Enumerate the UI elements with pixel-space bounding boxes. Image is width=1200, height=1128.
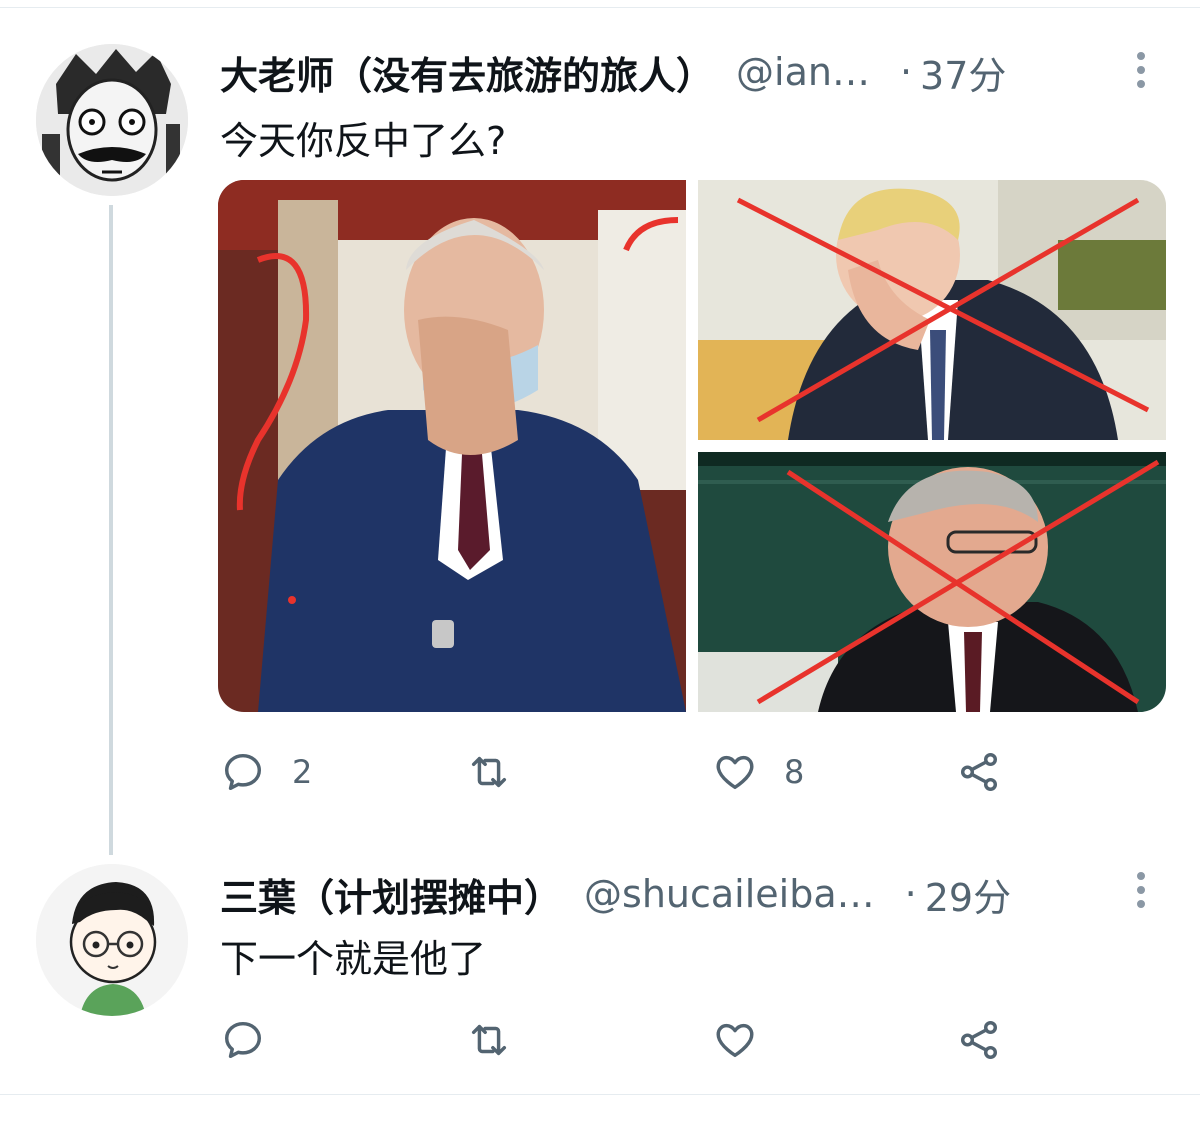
tweet-actions <box>220 1010 1120 1070</box>
share-button[interactable] <box>956 742 1002 802</box>
more-icon[interactable] <box>1136 872 1146 908</box>
user-handle[interactable]: @shucaileiba… <box>584 872 875 916</box>
display-name[interactable]: 大老师（没有去旅游的旅人） <box>220 45 714 100</box>
tweet-text: 下一个就是他了 <box>220 937 487 981</box>
like-count: 8 <box>784 753 805 791</box>
tweet-actions: 2 8 <box>220 742 1120 802</box>
like-button[interactable]: 8 <box>712 742 804 802</box>
timestamp[interactable]: 29分 <box>925 867 1011 922</box>
bottom-divider <box>0 1094 1200 1095</box>
top-divider <box>0 7 1200 8</box>
timestamp[interactable]: 37分 <box>920 45 1006 100</box>
like-button[interactable] <box>712 1010 784 1070</box>
tweet-text: 今天你反中了么? <box>220 119 507 163</box>
share-icon <box>960 1021 998 1059</box>
more-icon[interactable] <box>1136 52 1146 88</box>
user-handle[interactable]: @ian… <box>736 50 870 94</box>
thread-connector <box>109 205 113 855</box>
media-photo-1[interactable] <box>218 180 686 712</box>
reply-icon <box>224 753 262 791</box>
share-icon <box>960 753 998 791</box>
retweet-icon <box>471 1024 507 1056</box>
reply-button[interactable]: 2 <box>220 742 312 802</box>
retweet-button[interactable] <box>466 1010 538 1070</box>
like-icon <box>716 755 754 790</box>
retweet-icon <box>471 756 507 788</box>
avatar[interactable] <box>36 44 188 196</box>
reply-icon <box>224 1021 262 1059</box>
display-name[interactable]: 三葉（计划摆摊中） <box>220 867 562 922</box>
share-button[interactable] <box>956 1010 1002 1070</box>
separator-dot: · <box>899 50 913 94</box>
separator-dot: · <box>904 872 917 916</box>
media-photo-2[interactable] <box>698 180 1166 440</box>
like-icon <box>716 1023 754 1058</box>
tweet-media-grid <box>218 180 1166 712</box>
tweet-header: 大老师（没有去旅游的旅人） @ian… · 37分 <box>220 44 1100 100</box>
reply-button[interactable] <box>220 1010 292 1070</box>
media-photo-3[interactable] <box>698 452 1166 712</box>
retweet-button[interactable] <box>466 742 538 802</box>
reply-count: 2 <box>292 753 313 791</box>
avatar[interactable] <box>36 864 188 1016</box>
tweet-header: 三葉（计划摆摊中） @shucaileiba… · 29分 <box>220 866 1100 922</box>
